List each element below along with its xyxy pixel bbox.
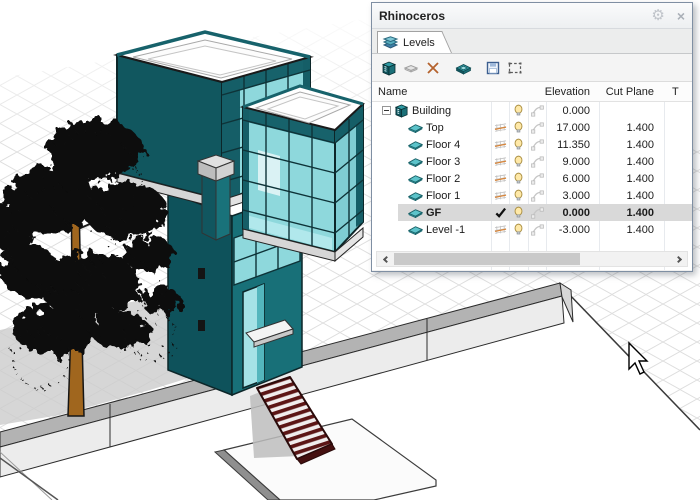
light-icon[interactable] <box>512 223 525 236</box>
light-icon[interactable] <box>512 138 525 151</box>
level-icon <box>408 174 423 184</box>
col-name[interactable]: Name <box>372 82 491 101</box>
table-row-selected[interactable]: GF 0.000 1.400 <box>372 204 692 221</box>
pilaster <box>198 155 234 240</box>
table-row[interactable]: Floor 1 3.000 1.400 <box>372 187 692 204</box>
add-building-button[interactable] <box>378 57 400 79</box>
level-tray-button[interactable] <box>452 57 474 79</box>
section-icon[interactable] <box>531 206 544 219</box>
section-icon[interactable] <box>531 223 544 236</box>
tab-label: Levels <box>403 37 435 49</box>
save-floppy-icon <box>485 60 501 76</box>
levels-panel: Rhinoceros ⚙ × Levels <box>371 2 693 272</box>
delete-level-button[interactable] <box>422 57 444 79</box>
horizontal-scrollbar[interactable] <box>376 251 688 267</box>
grid-icon[interactable] <box>494 122 507 134</box>
scroll-right-button[interactable] <box>671 252 687 266</box>
grid-icon[interactable] <box>494 224 507 236</box>
light-icon[interactable] <box>512 121 525 134</box>
select-objects-button[interactable] <box>504 57 526 79</box>
grid-icon[interactable] <box>494 156 507 168</box>
table-header: Name Elevation Cut Plane T <box>372 82 692 102</box>
light-icon[interactable] <box>512 155 525 168</box>
table-row[interactable]: Floor 4 11.350 1.400 <box>372 136 692 153</box>
table-row[interactable]: Level -1 -3.000 1.400 <box>372 221 692 238</box>
light-icon[interactable] <box>512 104 525 117</box>
table-row[interactable]: Floor 2 6.000 1.400 <box>372 170 692 187</box>
light-icon[interactable] <box>512 206 525 219</box>
section-icon[interactable] <box>531 155 544 168</box>
scrollbar-thumb[interactable] <box>394 253 580 265</box>
level-icon <box>408 157 423 167</box>
settings-gear-icon[interactable]: ⚙ <box>651 8 664 23</box>
panel-titlebar[interactable]: Rhinoceros ⚙ × <box>372 3 692 29</box>
save-button[interactable] <box>482 57 504 79</box>
section-icon[interactable] <box>531 104 544 117</box>
col-cut-plane[interactable]: Cut Plane <box>599 82 664 101</box>
level-icon <box>408 208 423 218</box>
light-icon[interactable] <box>512 189 525 202</box>
col-elevation[interactable]: Elevation <box>546 82 599 101</box>
col-partial[interactable]: T <box>664 82 692 101</box>
level-tray-icon <box>455 60 472 76</box>
level-icon <box>408 191 423 201</box>
building-icon <box>394 103 409 118</box>
section-icon[interactable] <box>531 172 544 185</box>
grid-icon[interactable] <box>494 190 507 202</box>
section-icon[interactable] <box>531 189 544 202</box>
building-icon <box>381 60 397 76</box>
grid-icon[interactable] <box>494 139 507 151</box>
table-row[interactable]: Top 17.000 1.400 <box>372 119 692 136</box>
panel-title: Rhinoceros <box>379 9 651 23</box>
table-row[interactable]: Building 0.000 <box>372 102 692 119</box>
level-plate-icon <box>403 60 419 76</box>
delete-x-icon <box>425 60 441 76</box>
layers-stack-icon <box>382 36 399 50</box>
selection-rectangle-icon <box>507 60 523 76</box>
section-icon[interactable] <box>531 138 544 151</box>
tab-strip: Levels <box>372 29 692 54</box>
grid-icon[interactable] <box>494 173 507 185</box>
table-row[interactable]: Floor 3 9.000 1.400 <box>372 153 692 170</box>
check-icon[interactable] <box>494 206 507 219</box>
level-icon <box>408 140 423 150</box>
level-icon <box>408 225 423 235</box>
add-level-button[interactable] <box>400 57 422 79</box>
levels-table: Name Elevation Cut Plane T <box>372 82 692 270</box>
tab-levels[interactable]: Levels <box>377 31 439 53</box>
scroll-left-button[interactable] <box>377 252 393 266</box>
close-icon[interactable]: × <box>677 9 685 23</box>
levels-toolbar <box>372 54 692 82</box>
level-icon <box>408 123 423 133</box>
light-icon[interactable] <box>512 172 525 185</box>
box-front <box>243 86 363 261</box>
expander-minus-icon[interactable] <box>382 106 391 115</box>
section-icon[interactable] <box>531 121 544 134</box>
